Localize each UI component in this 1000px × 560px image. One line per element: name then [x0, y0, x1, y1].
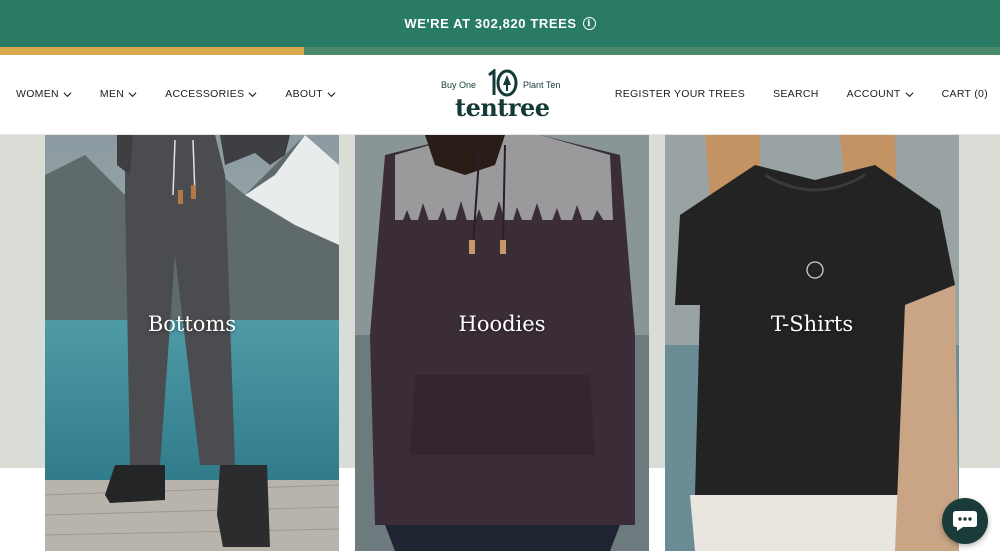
chevron-down-icon — [327, 91, 336, 97]
chevron-down-icon — [248, 91, 257, 97]
category-grid: Bottoms Hoodies T-Shirts — [0, 135, 1000, 560]
nav-accessories[interactable]: ACCESSORIES — [165, 88, 257, 100]
register-trees-link[interactable]: REGISTER YOUR TREES — [615, 88, 745, 100]
category-card-bottoms[interactable]: Bottoms — [45, 135, 339, 551]
nav-women[interactable]: WOMEN — [16, 88, 72, 100]
chevron-down-icon — [128, 91, 137, 97]
tentree-logo[interactable]: Buy One Plant Ten tentree — [440, 69, 565, 125]
nav-women-label: WOMEN — [16, 88, 59, 100]
search-link[interactable]: SEARCH — [773, 88, 819, 100]
nav-about[interactable]: ABOUT — [285, 88, 336, 100]
search-label: SEARCH — [773, 88, 819, 100]
site-header: WOMEN MEN ACCESSORIES ABOUT Buy One Plan… — [0, 55, 1000, 135]
tshirts-label: T-Shirts — [770, 312, 854, 336]
cart-label: CART (0) — [941, 88, 988, 100]
nav-about-label: ABOUT — [285, 88, 323, 100]
chevron-down-icon — [63, 91, 72, 97]
category-card-tshirts[interactable]: T-Shirts — [665, 135, 959, 551]
primary-nav: WOMEN MEN ACCESSORIES ABOUT — [16, 88, 336, 100]
account-label: ACCOUNT — [846, 88, 901, 100]
utility-nav: REGISTER YOUR TREES SEARCH ACCOUNT CART … — [615, 88, 988, 100]
tree-progress-fill — [0, 47, 304, 55]
tshirts-photo — [665, 135, 959, 551]
bottoms-label: Bottoms — [147, 312, 237, 336]
nav-men-label: MEN — [99, 88, 125, 100]
logo-plant-ten: Plant Ten — [523, 80, 561, 90]
info-icon[interactable]: i — [582, 17, 596, 30]
bottoms-photo — [45, 135, 339, 551]
announcement-banner: WE'RE AT 302,820 TREES i — [0, 0, 1000, 47]
nav-men[interactable]: MEN — [100, 88, 137, 100]
register-trees-label: REGISTER YOUR TREES — [614, 88, 746, 100]
tree-count-text: WE'RE AT 302,820 TREES — [404, 16, 577, 31]
logo-wordmark: tentree — [455, 93, 550, 122]
hoodies-label: Hoodies — [458, 312, 546, 336]
tree-progress-bar — [0, 47, 1000, 55]
chevron-down-icon — [905, 91, 914, 97]
logo-buy-one: Buy One — [441, 80, 477, 90]
hoodies-photo — [355, 135, 649, 551]
account-menu[interactable]: ACCOUNT — [847, 88, 914, 100]
category-card-hoodies[interactable]: Hoodies — [355, 135, 649, 551]
chat-bubble-icon — [953, 511, 977, 531]
nav-accessories-label: ACCESSORIES — [165, 88, 245, 100]
cart-link[interactable]: CART (0) — [942, 88, 988, 100]
chat-widget-button[interactable] — [942, 498, 988, 544]
